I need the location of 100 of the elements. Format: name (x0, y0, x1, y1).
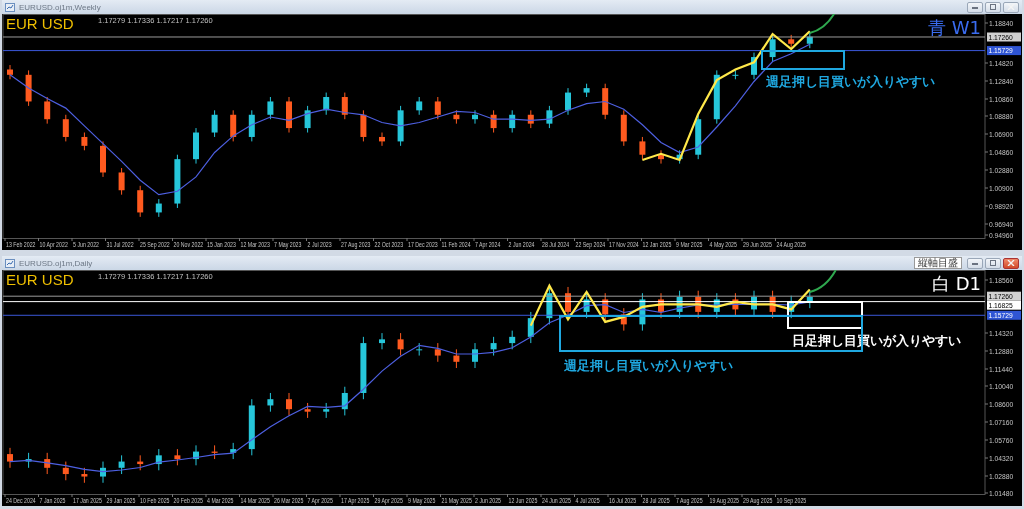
candlestick (695, 114, 702, 160)
tooltip: 縦軸目盛 (914, 257, 962, 269)
candlestick (7, 64, 13, 80)
timeframe-label: 白 D1 (931, 273, 981, 294)
candlestick (230, 109, 237, 142)
candlestick (62, 461, 69, 481)
candlestick (379, 332, 385, 350)
close-button[interactable] (1003, 257, 1019, 269)
candlestick (81, 132, 88, 151)
candlestick (174, 448, 181, 466)
projection-curve (808, 270, 837, 293)
candlestick (341, 92, 348, 120)
candlestick (360, 336, 367, 400)
candlestick (44, 96, 51, 125)
candlestick (658, 292, 664, 319)
candlestick (602, 292, 609, 322)
candlestick (7, 447, 13, 469)
candlestick (118, 454, 125, 475)
candlestick (732, 69, 739, 80)
candlestick (174, 154, 181, 209)
chart-window-icon (5, 2, 15, 12)
window-title: EURUSD.oj1m,Weekly (19, 2, 101, 12)
candlestick (751, 52, 757, 80)
candlestick (193, 127, 199, 165)
chart-note: 週足押し目買いが入りやすい (766, 74, 935, 89)
candlestick (788, 34, 795, 49)
candlestick (527, 311, 534, 344)
candlestick (676, 290, 683, 319)
candlestick (341, 386, 348, 416)
candlestick (379, 132, 385, 147)
candlestick (453, 348, 460, 369)
candlestick (806, 290, 813, 309)
candlestick (453, 109, 460, 125)
candlestick (583, 292, 590, 319)
candlestick (751, 290, 757, 317)
candlestick (602, 83, 609, 120)
candlestick (472, 342, 478, 369)
candlestick (527, 109, 534, 129)
restore-icon (989, 4, 997, 10)
candlestick (713, 292, 720, 319)
candlestick (490, 109, 497, 134)
candlestick (620, 307, 627, 332)
symbol-label: EUR USD (6, 15, 74, 32)
restore-button[interactable] (985, 257, 1001, 269)
candlestick (230, 442, 237, 460)
candlestick (397, 105, 404, 147)
candlestick (416, 342, 423, 357)
candlestick (472, 109, 478, 125)
timeframe-label: 青 W1 (928, 17, 981, 38)
candlestick (323, 402, 330, 419)
candlestick (25, 69, 32, 107)
candlestick (769, 290, 776, 319)
minimize-icon (971, 260, 979, 266)
candlestick (267, 392, 274, 413)
candlestick (137, 185, 144, 218)
candlestick (44, 452, 51, 475)
candlestick (304, 105, 311, 134)
symbol-label: EUR USD (6, 271, 74, 288)
candlestick (676, 149, 683, 165)
candlestick (286, 96, 292, 134)
candlestick (565, 87, 571, 116)
minimize-button[interactable] (967, 257, 983, 269)
candlestick (267, 96, 274, 120)
close-icon (1007, 260, 1015, 266)
candlestick (81, 467, 88, 484)
candlestick (100, 461, 106, 484)
candlestick (304, 402, 311, 419)
candlestick (788, 295, 795, 319)
candlestick (434, 96, 441, 120)
candlestick (732, 292, 739, 317)
candlestick (286, 392, 292, 416)
candlestick (323, 92, 330, 116)
candlestick (193, 444, 199, 466)
candlestick (155, 448, 162, 471)
candlestick (62, 114, 69, 142)
candlestick (713, 69, 720, 125)
candlestick (490, 336, 497, 357)
candlestick (639, 292, 646, 332)
restore-button[interactable] (985, 1, 1001, 13)
candlestick (509, 330, 516, 350)
candlestick (509, 109, 516, 134)
candlestick (583, 83, 590, 98)
candlestick (639, 136, 646, 160)
candlestick (155, 198, 162, 218)
candlestick (695, 290, 702, 319)
candlestick (118, 167, 125, 196)
chart-window-icon (5, 258, 15, 268)
candlestick (546, 286, 553, 325)
restore-icon (989, 260, 997, 266)
minimize-button[interactable] (967, 1, 983, 13)
chart-note: 週足押し目買いが入りやすい (564, 358, 733, 373)
candlestick (137, 454, 144, 471)
candlestick (397, 332, 404, 357)
candlestick (546, 105, 553, 129)
candlestick (806, 31, 813, 49)
candlestick (416, 96, 423, 116)
candlestick (248, 109, 255, 142)
candlestick (658, 149, 664, 165)
candlestick (100, 140, 106, 178)
candlestick (211, 444, 218, 460)
